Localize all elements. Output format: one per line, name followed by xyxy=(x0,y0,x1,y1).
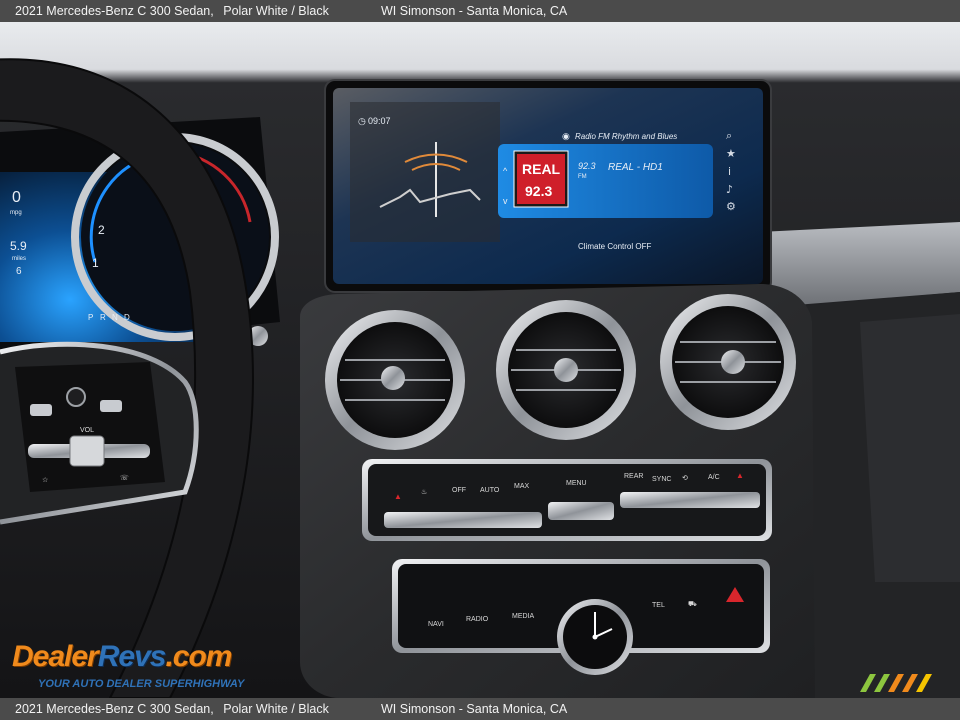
search-icon[interactable]: ⌕ xyxy=(726,129,732,142)
gauge-label-1: 1 xyxy=(92,256,99,270)
vol-label: VOL xyxy=(80,427,94,434)
cluster-trip-unit: miles xyxy=(12,256,26,262)
dealer-name: WI Simonson - Santa Monica, CA xyxy=(381,4,568,18)
watermark-tagline: YOUR AUTO DEALER SUPERHIGHWAY xyxy=(38,678,245,690)
info-icon[interactable]: i xyxy=(728,165,731,178)
dashboard-illustration: 0 mpg 5.9 miles 6 2 1 6 P R N D xyxy=(0,22,960,698)
station-next-icon[interactable]: v xyxy=(503,196,508,206)
station-frequency: 92.3 xyxy=(578,161,596,171)
left-toggle-row[interactable] xyxy=(384,512,542,528)
dashboard-photo: 0 mpg 5.9 miles 6 2 1 6 P R N D xyxy=(0,22,960,698)
watermark-brand-a: Dealer xyxy=(12,640,99,673)
navi-button[interactable]: NAVI xyxy=(428,621,444,628)
settings-icon[interactable]: ⚙ xyxy=(726,200,736,213)
wheel-left-button[interactable] xyxy=(30,404,52,416)
vent-right[interactable] xyxy=(660,294,796,430)
favorite-star-icon[interactable]: ★ xyxy=(726,147,736,160)
radio-icon: ◉ xyxy=(562,131,570,141)
analog-clock xyxy=(557,599,633,675)
gear-d: D xyxy=(124,313,130,322)
infotainment-screen: ◷ 09:07 ◉ Radio FM Rhythm and Blues ^ v … xyxy=(324,79,772,293)
gear-r: R xyxy=(100,313,106,322)
media-button[interactable]: MEDIA xyxy=(512,613,535,620)
center-toggle[interactable] xyxy=(548,502,614,520)
watermark-brand-c: .com xyxy=(165,640,232,673)
clock-icon: ◷ xyxy=(358,116,366,126)
dealer-name-bottom: WI Simonson - Santa Monica, CA xyxy=(381,702,568,716)
music-note-icon[interactable]: ♪ xyxy=(726,183,733,196)
seat-icon[interactable]: ♨ xyxy=(421,488,427,496)
gear-p: P xyxy=(88,313,93,322)
vehicle-title: 2021 Mercedes-Benz C 300 Sedan, xyxy=(15,4,214,18)
air-vents xyxy=(325,294,796,450)
vehicle-title-bottom: 2021 Mercedes-Benz C 300 Sedan, xyxy=(15,702,214,716)
stripes-logo xyxy=(860,674,932,692)
climate-status: Climate Control OFF xyxy=(578,242,651,251)
vent-center[interactable] xyxy=(496,300,636,440)
menu-button[interactable]: MENU xyxy=(566,480,587,487)
rear-button[interactable]: REAR xyxy=(624,473,643,480)
gear-n: N xyxy=(112,313,118,322)
station-band: FM xyxy=(578,174,587,180)
cluster-trip: 5.9 xyxy=(10,239,27,253)
logo-line-1: REAL xyxy=(522,161,561,177)
top-caption-bar: 2021 Mercedes-Benz C 300 Sedan, Polar Wh… xyxy=(0,0,960,22)
glovebox-panel xyxy=(860,314,960,582)
radio-source: Radio FM Rhythm and Blues xyxy=(575,132,677,141)
radio-button[interactable]: RADIO xyxy=(466,616,489,623)
wheel-touch-control[interactable] xyxy=(66,387,86,407)
cluster-small-value: 6 xyxy=(16,266,22,277)
watermark: DealerRevs.com YOUR AUTO DEALER SUPERHIG… xyxy=(12,626,272,696)
gauge-label-2: 2 xyxy=(98,223,105,237)
vent-left[interactable] xyxy=(325,310,465,450)
temp-right-icon[interactable]: ▲ xyxy=(736,471,744,480)
wheel-right-button[interactable] xyxy=(100,400,122,412)
station-name: REAL - HD1 xyxy=(608,162,663,173)
ac-button[interactable]: A/C xyxy=(708,474,720,481)
cluster-unit-top: mpg xyxy=(10,210,22,216)
max-button[interactable]: MAX xyxy=(514,483,530,490)
watermark-logo: DealerRevs.com xyxy=(12,640,232,674)
right-toggle-row[interactable] xyxy=(620,492,760,508)
star-icon: ☆ xyxy=(42,476,48,484)
bottom-caption-bar: 2021 Mercedes-Benz C 300 Sedan, Polar Wh… xyxy=(0,698,960,720)
car-settings-icon[interactable]: ⛟ xyxy=(688,601,697,608)
watermark-brand-b: Revs xyxy=(97,640,167,673)
screen-time: 09:07 xyxy=(368,116,391,126)
recirculation-icon[interactable]: ⟲ xyxy=(682,475,688,482)
off-button[interactable]: OFF xyxy=(452,487,466,494)
vehicle-color-bottom: Polar White / Black xyxy=(223,702,329,716)
vehicle-color: Polar White / Black xyxy=(223,4,329,18)
climate-control-panel: ▲ ♨ OFF AUTO MAX MENU REAR SYNC ⟲ A/C ▲ xyxy=(362,459,772,541)
tel-button[interactable]: TEL xyxy=(652,602,665,609)
phone-icon: ☏ xyxy=(120,474,129,482)
volume-wheel[interactable] xyxy=(69,435,105,467)
sync-button[interactable]: SYNC xyxy=(652,476,671,483)
logo-line-2: 92.3 xyxy=(525,183,552,199)
cluster-value-top: 0 xyxy=(12,189,21,206)
temp-down-left-icon[interactable]: ▲ xyxy=(394,492,402,501)
auto-button[interactable]: AUTO xyxy=(480,487,500,494)
